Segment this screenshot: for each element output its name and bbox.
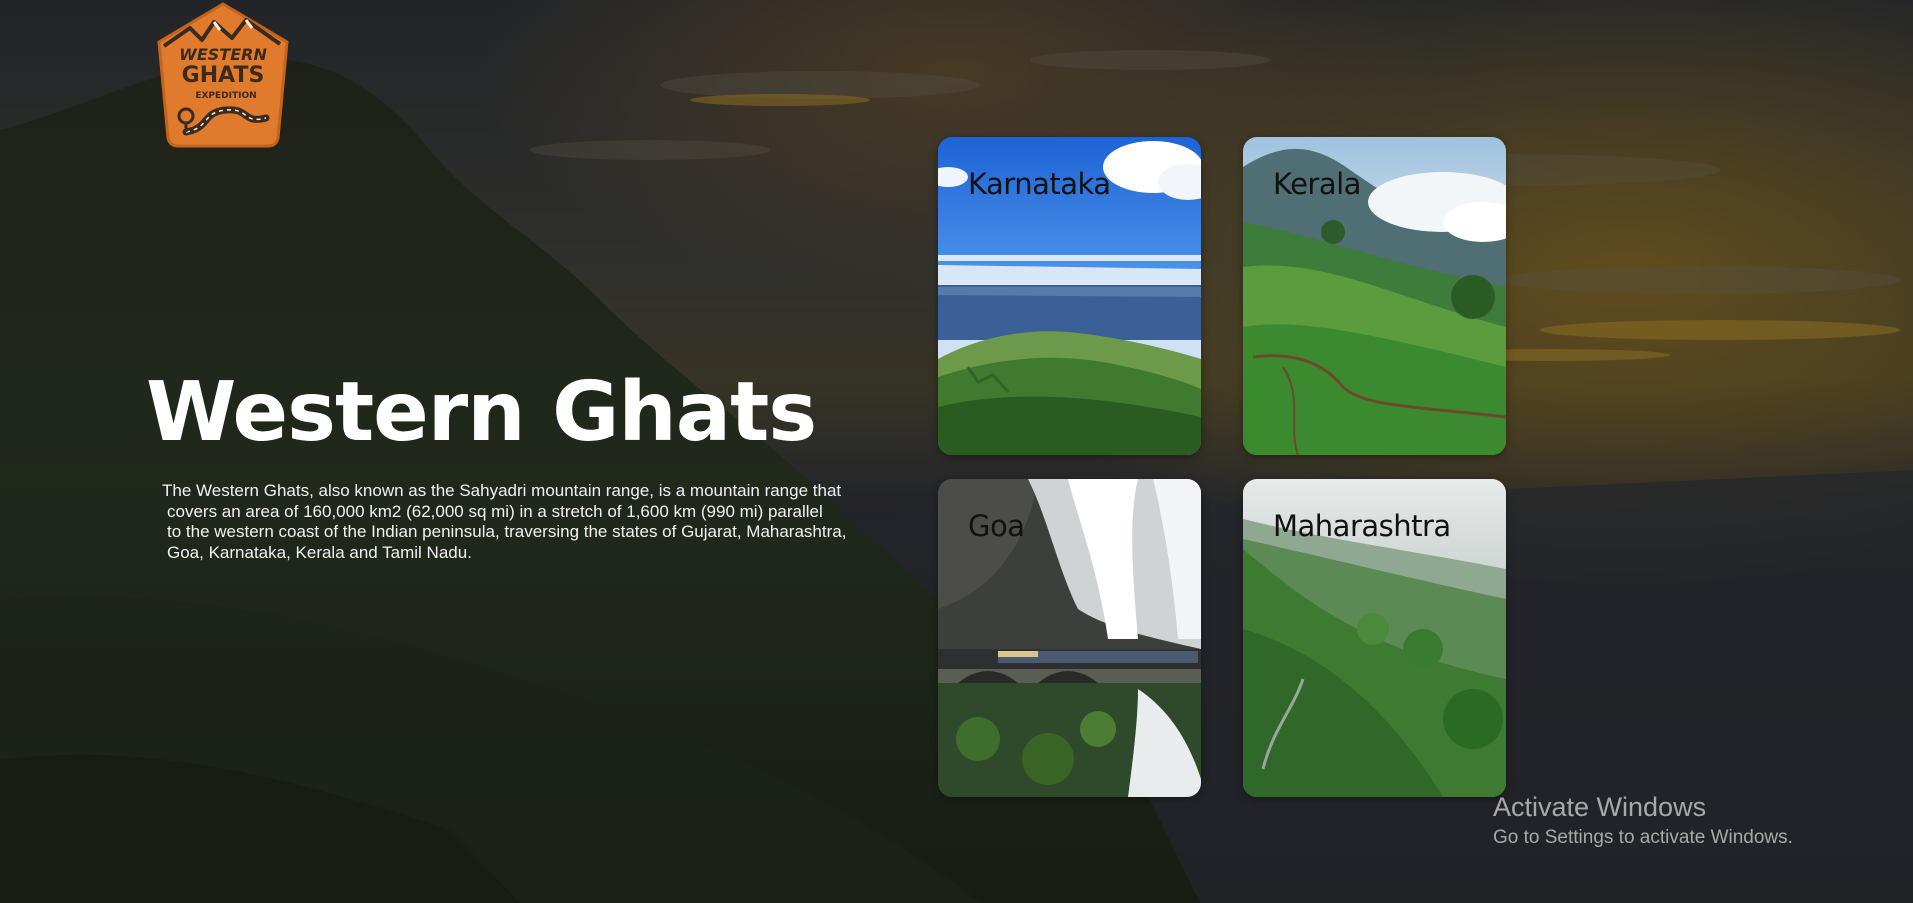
card-kerala[interactable]: Kerala (1243, 137, 1506, 455)
logo-text-ghats: GHATS (182, 63, 265, 88)
card-label-kerala: Kerala (1273, 167, 1361, 201)
logo-text-expedition: EXPEDITION (195, 91, 256, 101)
card-goa[interactable]: Goa (938, 479, 1201, 797)
hero-description: The Western Ghats, also known as the Sah… (162, 481, 922, 563)
description-line: The Western Ghats, also known as the Sah… (162, 481, 842, 500)
page-title: Western Ghats (146, 365, 817, 460)
card-maharashtra[interactable]: Maharashtra (1243, 479, 1506, 797)
logo-badge[interactable]: WESTERN GHATS EXPEDITION (150, 0, 296, 152)
card-karnataka[interactable]: Karnataka (938, 137, 1201, 455)
watermark-title: Activate Windows (1493, 792, 1707, 822)
description-line: to the western coast of the Indian penin… (167, 522, 847, 541)
card-label-karnataka: Karnataka (968, 167, 1111, 201)
description-line: covers an area of 160,000 km2 (62,000 sq… (167, 501, 823, 521)
hero-section: WESTERN GHATS EXPEDITION Western Ghats T… (0, 0, 1913, 903)
card-label-maharashtra: Maharashtra (1273, 509, 1451, 543)
windows-activation-watermark: Activate Windows Go to Settings to activ… (1493, 791, 1793, 852)
watermark-subtitle: Go to Settings to activate Windows. (1493, 827, 1793, 849)
description-line: Goa, Karnataka, Kerala and Tamil Nadu. (167, 542, 472, 562)
card-label-goa: Goa (968, 509, 1025, 543)
logo-text-western: WESTERN (179, 45, 267, 64)
